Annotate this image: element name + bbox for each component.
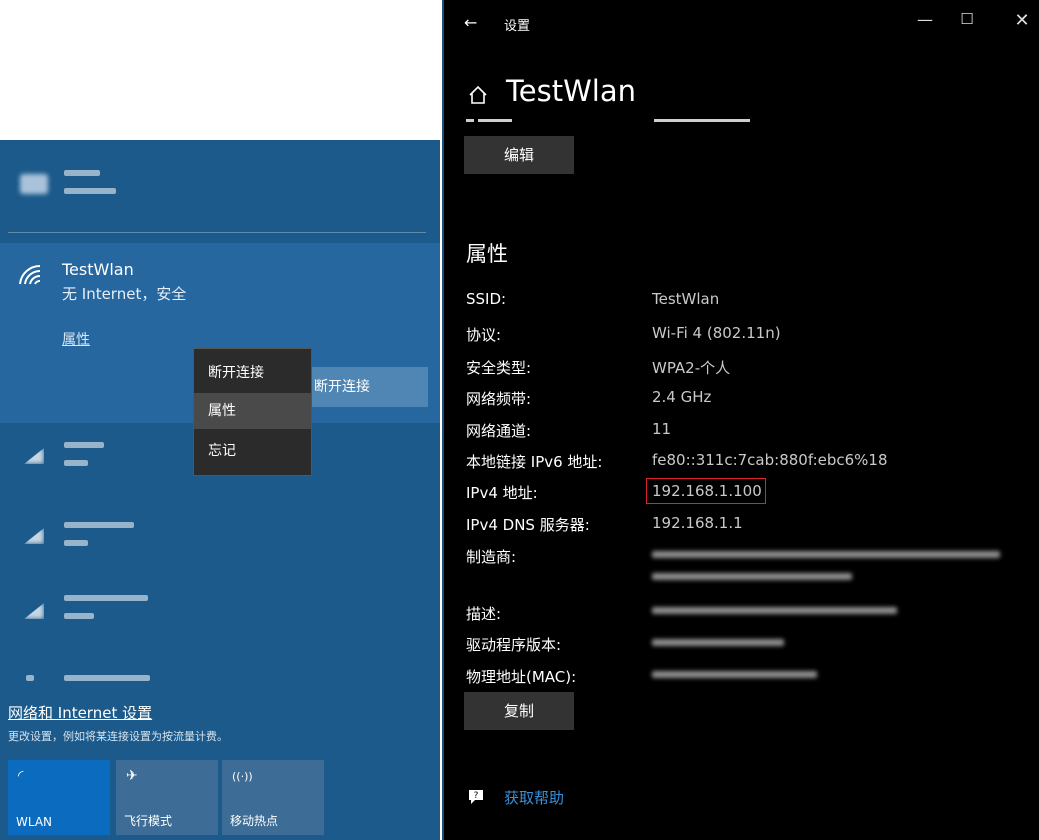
property-value: Wi-Fi 4 (802.11n) <box>652 324 781 342</box>
property-value: WPA2-个人 <box>652 359 731 377</box>
tile-label: 移动热点 <box>230 814 279 828</box>
property-value: 11 <box>652 420 672 438</box>
network-status: 无 Internet，安全 <box>62 285 187 303</box>
home-icon <box>469 85 487 104</box>
minimize-icon[interactable]: — <box>910 10 940 29</box>
context-menu-properties[interactable]: 属性 <box>194 393 311 429</box>
tile-label: 飞行模式 <box>124 814 173 828</box>
network-settings-link[interactable]: 网络和 Internet 设置 <box>8 702 152 723</box>
property-label: 描述: <box>466 605 502 623</box>
page-title: TestWlan <box>506 74 636 108</box>
section-title: 属性 <box>466 242 508 266</box>
wifi-signal-icon <box>24 603 44 619</box>
back-arrow-icon[interactable]: ← <box>464 13 477 32</box>
property-value: fe80::311c:7cab:880f:ebc6%18 <box>652 451 888 469</box>
description-value-blurred <box>652 607 897 614</box>
manufacturer-value-blurred <box>652 551 1000 558</box>
wifi-flyout: TestWlan 无 Internet，安全 属性 断开连接 网络和 Inter… <box>0 140 440 840</box>
wifi-icon <box>19 264 41 285</box>
network-ssid: TestWlan <box>62 260 134 279</box>
airplane-icon: ✈ <box>126 768 138 784</box>
window-title: 设置 <box>504 19 531 34</box>
network-settings-description: 更改设置，例如将某连接设置为按流量计费。 <box>8 730 228 743</box>
property-label: 制造商: <box>466 548 517 566</box>
manufacturer-value-blurred <box>652 573 852 580</box>
property-value: 2.4 GHz <box>652 388 712 406</box>
property-value: 192.168.1.1 <box>652 514 743 532</box>
wifi-signal-icon <box>24 448 44 464</box>
svg-text:?: ? <box>474 791 479 801</box>
wifi-icon: ◜ <box>18 768 24 784</box>
property-label: 安全类型: <box>466 359 532 377</box>
help-icon: ? <box>469 790 483 804</box>
airplane-mode-tile[interactable]: ✈ 飞行模式 <box>116 760 218 835</box>
network-icon <box>20 174 48 194</box>
close-icon[interactable]: ✕ <box>1007 10 1037 31</box>
property-label: 驱动程序版本: <box>466 636 562 654</box>
hotspot-icon: ((·)) <box>232 770 253 783</box>
network-context-menu: 断开连接 属性 忘记 <box>193 348 312 476</box>
tile-label: WLAN <box>16 815 53 829</box>
network-item[interactable] <box>0 585 440 645</box>
edit-button[interactable]: 编辑 <box>464 136 574 174</box>
divider <box>8 232 426 233</box>
property-label: 协议: <box>466 326 502 344</box>
network-item-blurred[interactable] <box>0 160 440 220</box>
property-label: 网络频带: <box>466 390 532 408</box>
highlight-box <box>646 478 766 504</box>
context-menu-forget[interactable]: 忘记 <box>194 433 311 469</box>
settings-window: ← 设置 — ☐ ✕ TestWlan 编辑 属性 SSID: TestWlan… <box>442 0 1039 840</box>
network-item[interactable] <box>0 510 440 570</box>
title-bar: ← 设置 — ☐ ✕ <box>444 0 1039 46</box>
driver-version-value-blurred <box>652 639 784 646</box>
clipped-row <box>466 116 786 124</box>
mobile-hotspot-tile[interactable]: ((·)) 移动热点 <box>222 760 324 835</box>
property-label: IPv4 地址: <box>466 484 538 502</box>
copy-button[interactable]: 复制 <box>464 692 574 730</box>
mac-address-value-blurred <box>652 671 817 678</box>
properties-link[interactable]: 属性 <box>62 329 90 349</box>
maximize-icon[interactable]: ☐ <box>952 10 982 28</box>
get-help-link[interactable]: 获取帮助 <box>504 787 564 808</box>
network-item[interactable] <box>0 665 440 691</box>
context-menu-disconnect[interactable]: 断开连接 <box>194 355 311 391</box>
property-label: 网络通道: <box>466 422 532 440</box>
wifi-signal-icon <box>24 528 44 544</box>
property-label: IPv4 DNS 服务器: <box>466 516 590 534</box>
property-value: TestWlan <box>652 290 720 308</box>
property-label: 物理地址(MAC): <box>466 668 577 686</box>
property-label: 本地链接 IPv6 地址: <box>466 453 603 471</box>
wlan-tile[interactable]: ◜ WLAN <box>8 760 110 835</box>
property-label: SSID: <box>466 290 507 308</box>
